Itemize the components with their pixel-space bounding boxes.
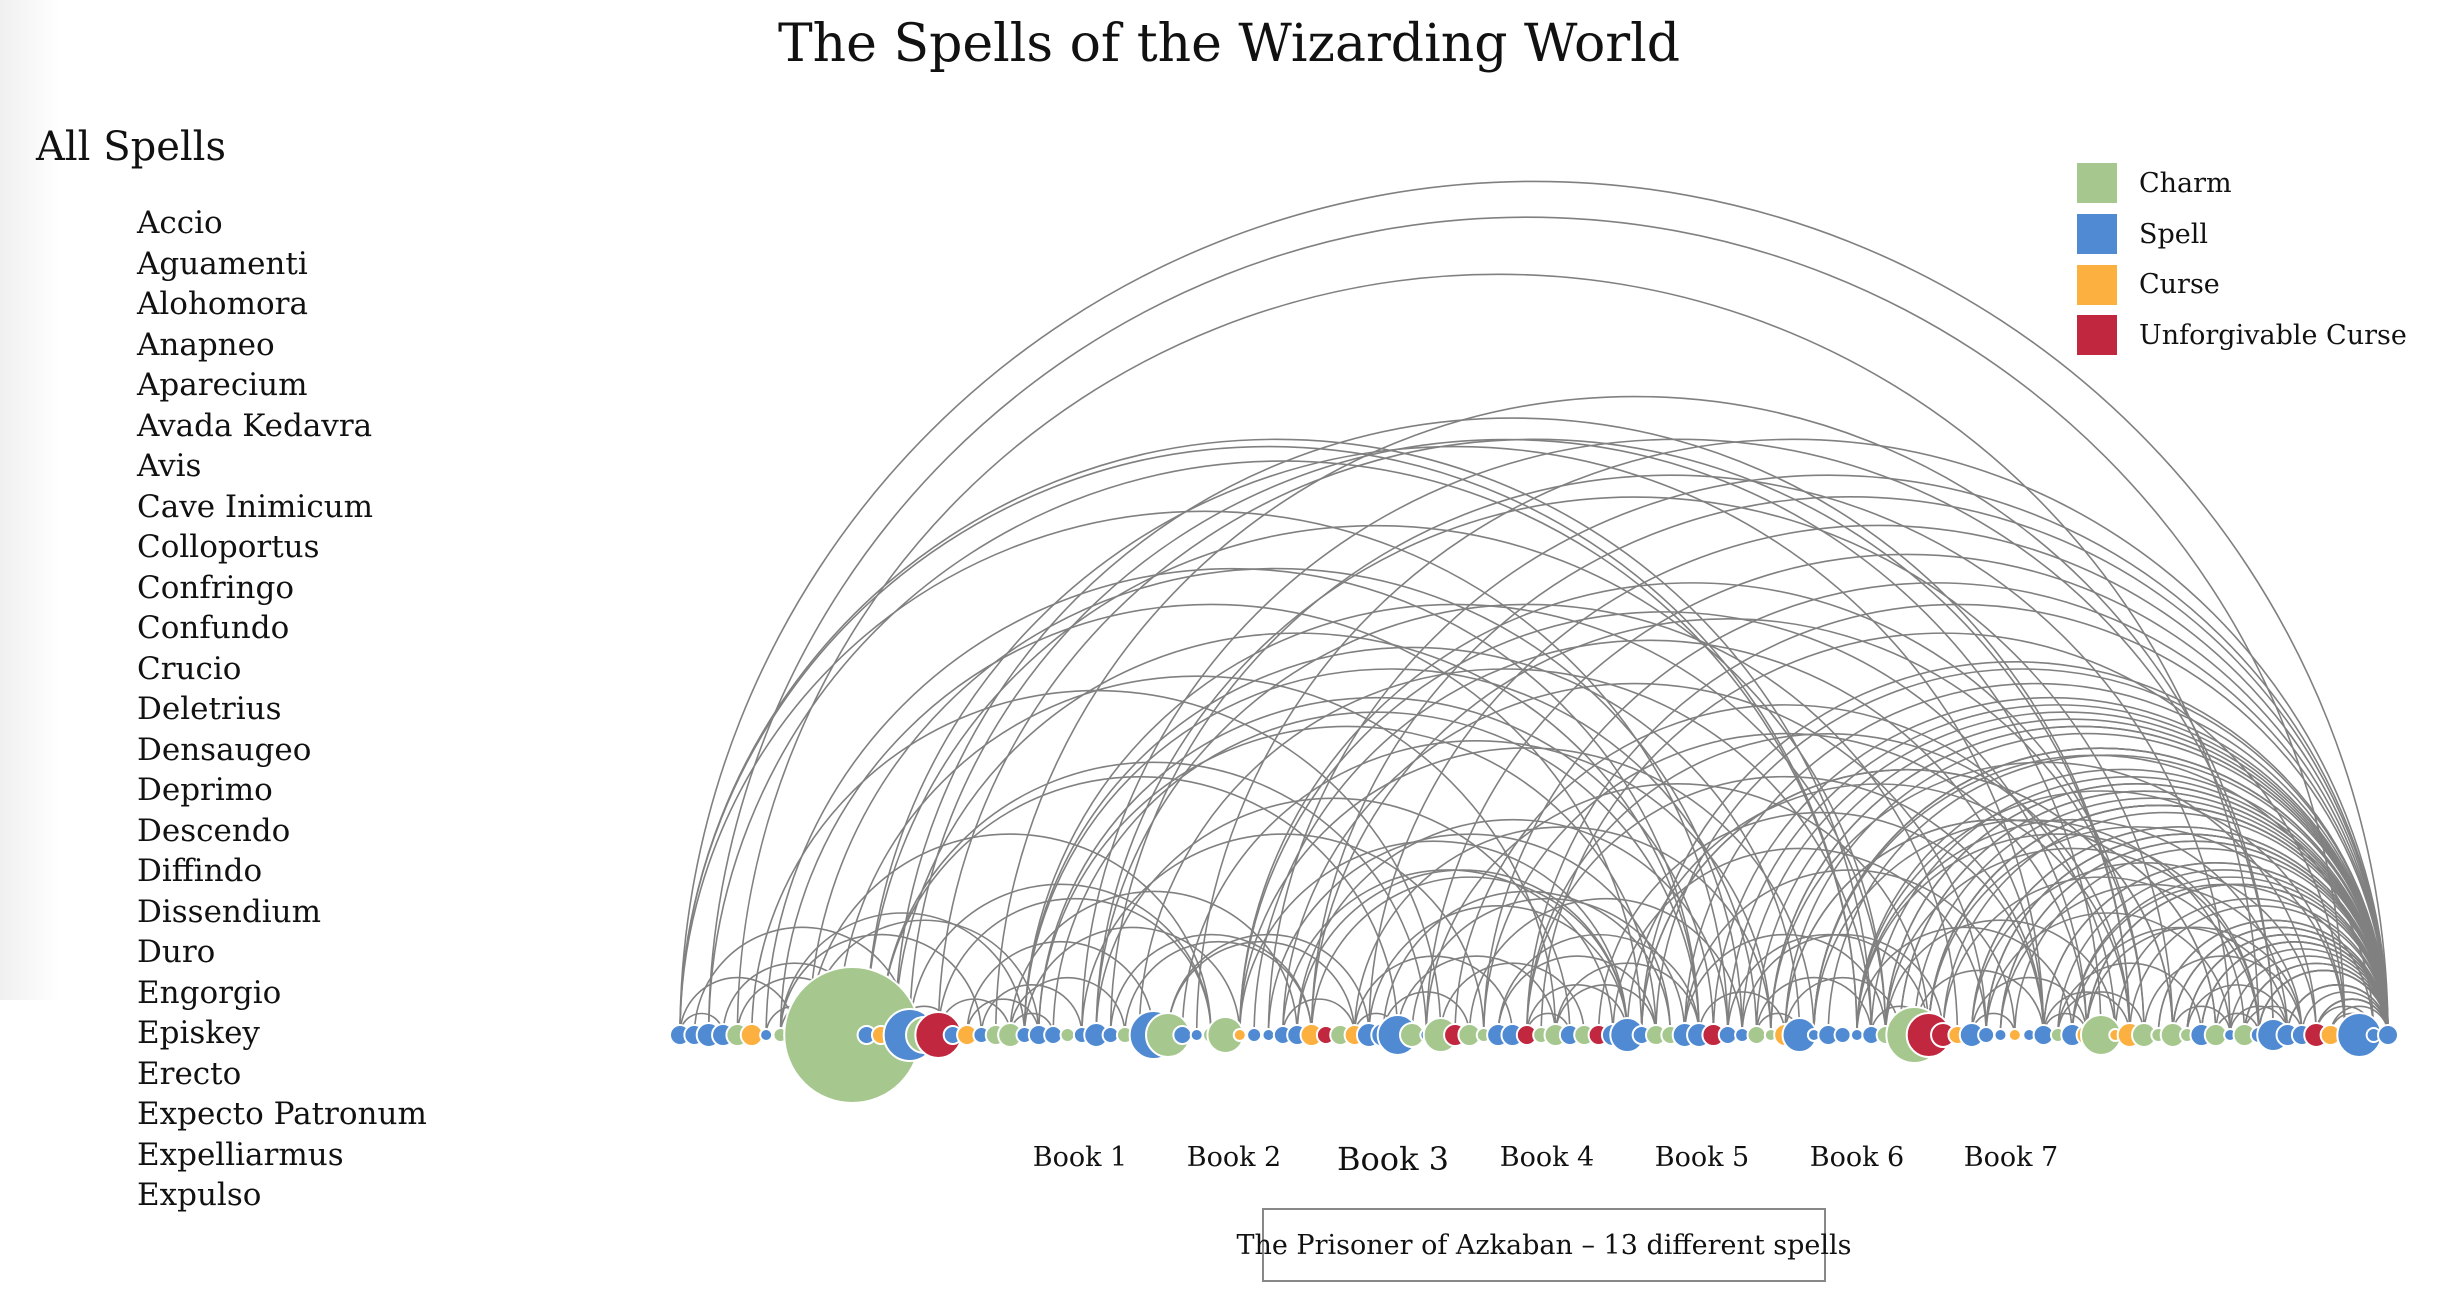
spell-node[interactable] — [1977, 1026, 1996, 1044]
spell-node[interactable] — [1717, 1025, 1738, 1045]
spell-node[interactable] — [1246, 1027, 1263, 1043]
legend-item: Curse — [2077, 259, 2407, 310]
spell-node[interactable] — [1261, 1028, 1276, 1042]
arc-link — [707, 461, 1858, 1036]
legend-swatch — [2077, 214, 2117, 255]
book-label[interactable]: Book 6 — [1810, 1142, 1904, 1173]
spell-node[interactable] — [2007, 1028, 2022, 1042]
legend-swatch — [2077, 315, 2117, 356]
spell-node[interactable] — [1043, 1025, 1064, 1045]
book-label[interactable]: Book 7 — [1964, 1142, 2058, 1173]
selected-book-info: The Prisoner of Azkaban – 13 different s… — [1236, 1208, 1852, 1282]
legend-item: Charm — [2077, 158, 2407, 209]
arc-link — [680, 447, 1857, 1035]
book-axis: Book 1 Book 2 Book 3 Book 4 Book 5 Book 6 Book… — [0, 1140, 2458, 1182]
legend-item: Unforgivable Curse — [2077, 310, 2407, 361]
legend-swatch — [2077, 264, 2117, 305]
spell-node[interactable] — [1189, 1028, 1204, 1042]
legend-item: Spell — [2077, 209, 2407, 260]
legend-label: Unforgivable Curse — [2139, 319, 2407, 351]
spell-node[interactable] — [1746, 1025, 1767, 1045]
arc-link — [1023, 927, 1241, 1036]
spell-node[interactable] — [759, 1028, 774, 1042]
legend-swatch — [2077, 163, 2117, 204]
arc-link — [837, 675, 1557, 1036]
book-label[interactable]: Book 1 — [1033, 1142, 1127, 1173]
spell-node[interactable] — [1849, 1028, 1864, 1042]
book-label[interactable]: Book 5 — [1655, 1142, 1749, 1173]
arc-link — [1023, 646, 1801, 1036]
spell-node[interactable] — [2377, 1024, 2399, 1046]
legend-label: Curse — [2139, 269, 2220, 301]
spell-node[interactable] — [1993, 1028, 2008, 1042]
legend-label: Charm — [2139, 167, 2232, 199]
arc-link — [1368, 905, 1629, 1036]
spell-node[interactable] — [1172, 1025, 1193, 1045]
legend-label: Spell — [2139, 218, 2209, 250]
book-label[interactable]: Book 3 — [1337, 1140, 1449, 1178]
book-label[interactable]: Book 4 — [1500, 1142, 1594, 1173]
spell-node[interactable] — [1232, 1028, 1247, 1042]
page: The Spells of the Wizarding World All Sp… — [0, 0, 2458, 1314]
spell-node[interactable] — [1833, 1026, 1852, 1044]
book-label[interactable]: Book 2 — [1187, 1142, 1281, 1173]
spell-node[interactable] — [1059, 1027, 1076, 1043]
legend: Charm Spell Curse Unforgivable Curse — [2077, 158, 2407, 361]
